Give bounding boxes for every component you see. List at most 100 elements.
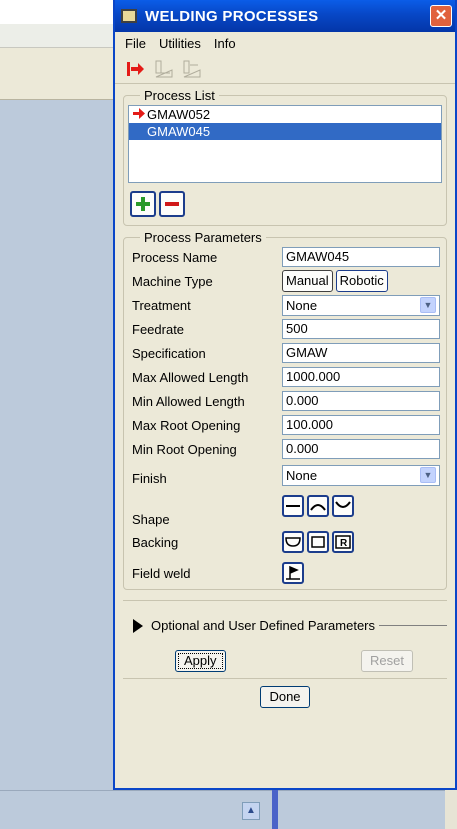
active-process-arrow-icon <box>133 106 146 123</box>
field-weld-label: Field weld <box>132 565 191 581</box>
dialog-titlebar[interactable]: WELDING PROCESSES ✕ <box>115 0 455 32</box>
add-process-button[interactable] <box>130 191 156 217</box>
shape-convex-button[interactable] <box>307 495 329 517</box>
background-statusbar <box>0 790 457 829</box>
shape-options <box>282 495 354 517</box>
treatment-value: None <box>286 297 318 313</box>
finish-select[interactable]: None ▼ <box>282 464 440 486</box>
menu-file[interactable]: File <box>125 36 146 51</box>
min-root-opening-row: Min Root Opening 0.000 <box>124 437 446 461</box>
treatment-row: Treatment None ▼ <box>124 293 446 317</box>
max-root-opening-input[interactable]: 100.000 <box>282 415 440 435</box>
chevron-down-icon[interactable]: ▼ <box>420 467 436 483</box>
machine-type-row: Machine Type Manual Robotic <box>124 269 446 293</box>
max-root-opening-row: Max Root Opening 100.000 <box>124 413 446 437</box>
welding-processes-dialog: WELDING PROCESSES ✕ File Utilities Info … <box>113 0 457 790</box>
plus-icon <box>136 197 150 211</box>
done-button[interactable]: Done <box>260 685 310 708</box>
process-name-label: Process Name <box>132 249 218 265</box>
min-root-opening-input[interactable]: 0.000 <box>282 439 440 459</box>
feedrate-input[interactable]: 500 <box>282 319 440 339</box>
min-allowed-length-input[interactable]: 0.000 <box>282 391 440 411</box>
dialog-toolbar <box>115 54 455 84</box>
treatment-select[interactable]: None ▼ <box>282 294 440 316</box>
min-root-opening-label: Min Root Opening <box>132 441 237 457</box>
backing-bar-button[interactable] <box>307 531 329 553</box>
specification-label: Specification <box>132 345 206 361</box>
specification-row: Specification GMAW <box>124 341 446 365</box>
backing-ring-icon <box>285 537 301 547</box>
feedrate-row: Feedrate 500 <box>124 317 446 341</box>
process-item-label: GMAW045 <box>147 124 211 139</box>
remove-process-button[interactable] <box>159 191 185 217</box>
process-item-gmaw052[interactable]: GMAW052 <box>129 106 441 123</box>
done-row: Done <box>123 678 447 714</box>
weld-import-icon <box>153 58 175 80</box>
minus-icon <box>165 202 179 206</box>
backing-label: Backing <box>132 534 179 550</box>
action-row: Apply Reset <box>115 640 455 678</box>
max-allowed-length-label: Max Allowed Length <box>132 369 249 385</box>
dialog-menubar: File Utilities Info <box>115 32 455 54</box>
flat-shape-icon <box>286 505 300 507</box>
scroll-up-icon[interactable]: ▲ <box>242 802 260 820</box>
process-list-legend: Process List <box>144 88 215 103</box>
backing-row: Backing R <box>124 527 446 557</box>
backing-bar-icon <box>311 536 325 548</box>
background-divider <box>272 790 278 829</box>
treatment-label: Treatment <box>132 297 191 313</box>
field-weld-button[interactable] <box>282 562 304 584</box>
concave-shape-icon <box>335 501 351 508</box>
finish-label: Finish <box>132 470 167 486</box>
finish-value: None <box>286 467 318 483</box>
backing-removable-icon: R <box>335 535 351 549</box>
machine-robotic-button[interactable]: Robotic <box>335 270 388 292</box>
shape-flat-button[interactable] <box>282 495 304 517</box>
backing-removable-button[interactable]: R <box>332 531 354 553</box>
max-root-opening-label: Max Root Opening <box>132 417 241 433</box>
field-weld-row: Field weld <box>124 557 446 589</box>
process-item-label: GMAW052 <box>147 107 211 122</box>
reset-button: Reset <box>361 650 413 672</box>
shape-row: Shape <box>124 489 446 527</box>
window-icon <box>121 9 137 23</box>
shape-label: Shape <box>132 512 170 527</box>
backing-r-text: R <box>340 538 348 549</box>
chevron-down-icon[interactable]: ▼ <box>420 297 436 313</box>
optional-divider <box>379 625 447 626</box>
set-active-arrow-icon[interactable] <box>125 58 147 80</box>
finish-row: Finish None ▼ <box>124 461 446 489</box>
weld-export-icon <box>181 58 203 80</box>
process-name-input[interactable]: GMAW045 <box>282 247 440 267</box>
process-name-row: Process Name GMAW045 <box>124 245 446 269</box>
background-workspace <box>0 100 120 790</box>
max-allowed-length-input[interactable]: 1000.000 <box>282 367 440 387</box>
background-toolbar: ? <box>0 48 120 142</box>
specification-input[interactable]: GMAW <box>282 343 440 363</box>
shape-concave-button[interactable] <box>332 495 354 517</box>
process-item-gmaw045[interactable]: GMAW045 <box>129 123 441 140</box>
convex-shape-icon <box>310 504 326 511</box>
add-remove-row <box>124 183 446 225</box>
machine-manual-button[interactable]: Manual <box>282 270 333 292</box>
menu-utilities[interactable]: Utilities <box>159 36 201 51</box>
feedrate-label: Feedrate <box>132 321 185 337</box>
machine-type-toggle: Manual Robotic <box>282 270 388 292</box>
process-list[interactable]: GMAW052 GMAW045 <box>128 105 442 183</box>
backing-ring-button[interactable] <box>282 531 304 553</box>
background-menubar <box>0 24 120 48</box>
expand-triangle-icon[interactable] <box>133 618 143 633</box>
close-button[interactable]: ✕ <box>430 5 452 27</box>
optional-parameters-toggle[interactable]: Optional and User Defined Parameters <box>123 600 447 640</box>
process-list-group: Process List GMAW052 GMAW045 <box>123 88 447 226</box>
menu-info[interactable]: Info <box>214 36 236 51</box>
process-parameters-group: Process Parameters Process Name GMAW045 … <box>123 230 447 590</box>
process-parameters-legend: Process Parameters <box>144 230 262 245</box>
dialog-title: WELDING PROCESSES <box>145 7 319 25</box>
backing-options: R <box>282 531 354 553</box>
min-allowed-length-label: Min Allowed Length <box>132 393 245 409</box>
machine-type-label: Machine Type <box>132 273 213 289</box>
max-allowed-length-row: Max Allowed Length 1000.000 <box>124 365 446 389</box>
optional-parameters-label: Optional and User Defined Parameters <box>151 618 376 633</box>
apply-button[interactable]: Apply <box>175 650 226 672</box>
